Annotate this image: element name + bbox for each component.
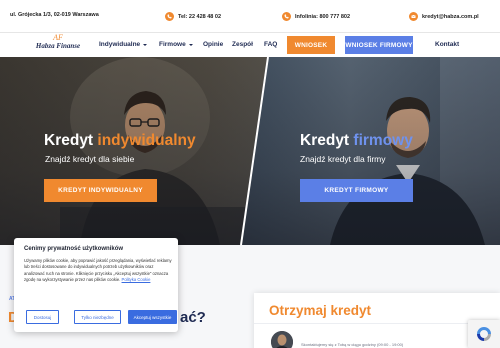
nav-item-zespol[interactable]: Zespół — [232, 41, 253, 48]
nav-item-label: Zespół — [232, 41, 253, 48]
address-text: ul. Grójecka 1/3, 02-019 Warszawa — [10, 12, 99, 18]
envelope-icon — [409, 12, 418, 21]
nav-item-label: Opinie — [203, 41, 224, 48]
avatar — [271, 331, 293, 348]
cookie-title: Cenimy prywatność użytkowników — [24, 246, 124, 252]
otrzymaj-kredyt-card: Otrzymaj kredyt Skontaktujemy się z Tobą… — [254, 293, 500, 348]
hero-right-title-plain: Kredyt — [300, 132, 354, 149]
logo-monogram: AF — [53, 33, 63, 42]
card-divider — [254, 323, 500, 324]
nav-item-label: FAQ — [264, 41, 278, 48]
kredyt-firmowy-button[interactable]: KREDYT FIRMOWY — [300, 179, 413, 202]
logo-name: Habza Finanse — [35, 42, 81, 50]
hero-right-title-accent: firmowy — [353, 132, 413, 149]
phone-text: Tel: 22 428 48 02 — [178, 13, 222, 20]
chevron-down-icon — [143, 43, 148, 46]
email-text: kredyt@habza.com.pl — [422, 13, 479, 20]
accept-all-button[interactable]: Akceptuj wszystkie — [128, 310, 177, 324]
nav-item-label: Firmowe — [159, 41, 186, 48]
cookie-body: Używamy plików cookie, aby poprawić jako… — [24, 258, 174, 284]
nav-item-indywidualne[interactable]: Indywidualne — [99, 41, 148, 48]
hero-left-title-accent: indywidualny — [97, 132, 196, 149]
hero-divider — [240, 57, 269, 245]
nav-item-label: Indywidualne — [99, 41, 141, 48]
recaptcha-badge[interactable] — [468, 320, 500, 348]
chevron-down-icon — [188, 43, 193, 46]
top-contact-bar: ul. Grójecka 1/3, 02-019 Warszawa Tel: 2… — [0, 0, 500, 33]
nav-item-kontakt[interactable]: Kontakt — [435, 41, 459, 48]
address: ul. Grójecka 1/3, 02-019 Warszawa — [10, 12, 99, 18]
customize-button[interactable]: Dostosuj — [26, 310, 59, 324]
wniosek-button[interactable]: WNIOSEK — [287, 36, 335, 54]
hero-left-title: Kredyt indywidualny — [44, 132, 196, 150]
email-contact[interactable]: kredyt@habza.com.pl — [409, 12, 479, 21]
recaptcha-icon — [477, 327, 491, 341]
hero-right-subtitle: Znajdź kredyt dla firmy — [300, 154, 386, 164]
nav-item-opinie[interactable]: Opinie — [203, 41, 223, 48]
section-heading-end: ać? — [180, 309, 206, 326]
nav-item-firmowe[interactable]: Firmowe — [159, 41, 193, 48]
reject-button[interactable]: Tylko niezbędne — [74, 310, 121, 324]
card-hours-text: Skontaktujemy się z Tobą w ciągu godziny… — [301, 342, 404, 347]
kredyt-indywidualny-button[interactable]: KREDYT INDYWIDUALNY — [44, 179, 157, 202]
hero-right-title: Kredyt firmowy — [300, 132, 413, 150]
hero-banner: Kredyt indywidualny Znajdź kredyt dla si… — [0, 57, 500, 245]
nav-item-faq[interactable]: FAQ — [264, 41, 277, 48]
nav-item-label: Kontakt — [435, 41, 460, 48]
phone-icon — [282, 12, 291, 21]
logo[interactable]: AF Habza Finanse — [30, 34, 86, 56]
wniosek-firmowy-button[interactable]: WNIOSEK FIRMOWY — [345, 36, 413, 54]
hotline-text: Infolinia: 800 777 802 — [295, 13, 351, 20]
hotline-contact[interactable]: Infolinia: 800 777 802 — [282, 12, 350, 21]
hero-left-title-plain: Kredyt — [44, 132, 98, 149]
card-title: Otrzymaj kredyt — [269, 303, 372, 318]
hero-left-subtitle: Znajdź kredyt dla siebie — [45, 154, 135, 164]
cookie-policy-link[interactable]: Polityka Cookie — [122, 277, 151, 282]
phone-contact[interactable]: Tel: 22 428 48 02 — [165, 12, 221, 21]
phone-icon — [165, 12, 174, 21]
cookie-consent-dialog: Cenimy prywatność użytkowników Używamy p… — [14, 238, 178, 332]
main-navigation: AF Habza Finanse Indywidualne Firmowe Op… — [0, 33, 500, 57]
